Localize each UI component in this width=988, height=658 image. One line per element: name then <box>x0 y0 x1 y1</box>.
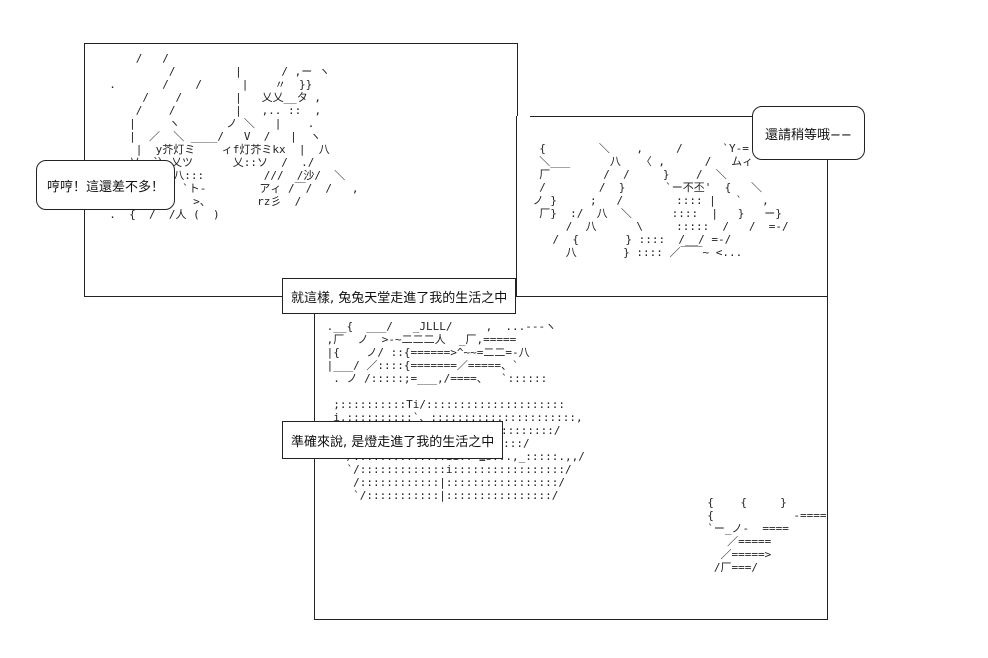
speech-bubble-right-text: 還請稍等哦−− <box>765 127 852 143</box>
speech-bubble-right: 還請稍等哦−− <box>752 106 865 160</box>
caption-second-text: 準確來說, 是燈走進了我的生活之中 <box>291 434 495 450</box>
speech-bubble-left-text: 哼哼！這還差不多！ <box>47 179 165 195</box>
manga-page: / / / | / ,ー ヽ . / / | 〃 }} / / | 乂乂__タ … <box>0 0 988 658</box>
bottom-right-art: { { } { -==== `ー_ノ- ==== ／===== ／=====> … <box>707 496 827 574</box>
right-panel-top-line <box>530 116 752 117</box>
caption-box-first: 就這樣, 兔兔天堂走進了我的生活之中 <box>282 278 517 314</box>
bottom-hand-art: .__{ ___/ _JLLL/ , ...---ヽ ,厂 ノ >-~二二二人 … <box>326 320 585 502</box>
speech-bubble-left: 哼哼！這還差不多！ <box>36 160 176 210</box>
caption-first-text: 就這樣, 兔兔天堂走進了我的生活之中 <box>291 290 508 306</box>
right-character-art: { ＼ , / `Y-= ＼___ 八 〈 , / ムィ 厂 / / } / ＼… <box>532 142 789 259</box>
caption-box-second: 準確來說, 是燈走進了我的生活之中 <box>282 421 504 459</box>
